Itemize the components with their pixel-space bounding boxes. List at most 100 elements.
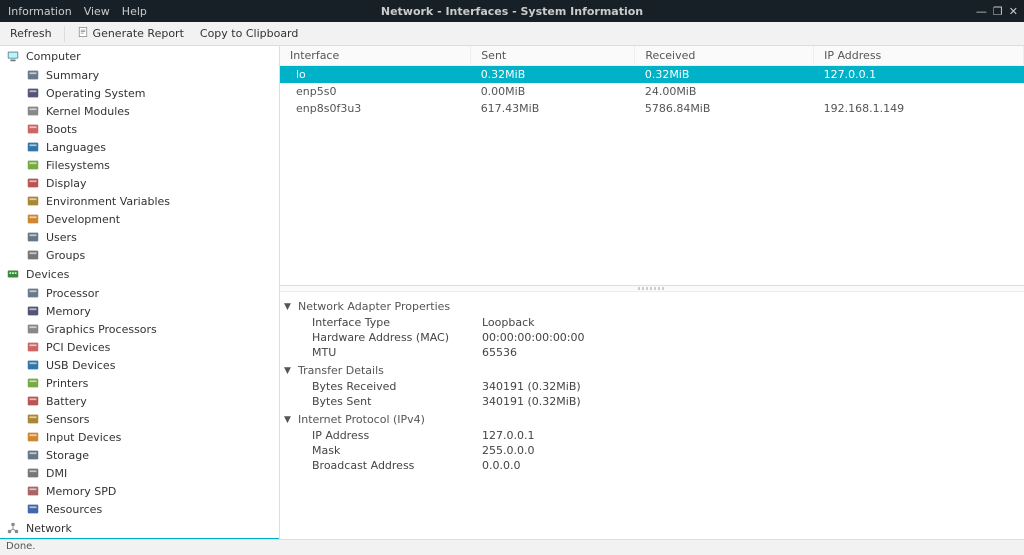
refresh-button[interactable]: Refresh bbox=[6, 25, 56, 42]
usb-devices-icon bbox=[26, 358, 40, 372]
operating-system-icon bbox=[26, 86, 40, 100]
sidebar[interactable]: Computer Summary Operating System Kernel M… bbox=[0, 46, 280, 539]
detail-value: 340191 (0.32MiB) bbox=[482, 395, 581, 408]
table-row[interactable]: enp8s0f3u3617.43MiB5786.84MiB192.168.1.1… bbox=[280, 100, 1024, 117]
section-ipv4-header[interactable]: ▼ Internet Protocol (IPv4) bbox=[284, 411, 1020, 428]
sidebar-item-label: Kernel Modules bbox=[46, 105, 130, 118]
col-interface[interactable]: Interface bbox=[280, 46, 471, 66]
titlebar-menu: Information View Help bbox=[0, 5, 147, 18]
menu-information[interactable]: Information bbox=[8, 5, 72, 18]
detail-area: ▼ Network Adapter Properties Interface T… bbox=[280, 292, 1024, 539]
sidebar-item-processor[interactable]: Processor bbox=[0, 284, 279, 302]
sidebar-item-label: Memory SPD bbox=[46, 485, 116, 498]
sidebar-item-dmi[interactable]: DMI bbox=[0, 464, 279, 482]
sidebar-item-summary[interactable]: Summary bbox=[0, 66, 279, 84]
cell-received: 0.32MiB bbox=[635, 66, 814, 84]
cell-received: 5786.84MiB bbox=[635, 100, 814, 117]
toolbar: Refresh Generate Report Copy to Clipboar… bbox=[0, 22, 1024, 46]
sidebar-item-label: Sensors bbox=[46, 413, 89, 426]
section-transfer-details-title: Transfer Details bbox=[298, 364, 384, 377]
summary-icon bbox=[26, 68, 40, 82]
sidebar-item-printers[interactable]: Printers bbox=[0, 374, 279, 392]
sidebar-item-operating-system[interactable]: Operating System bbox=[0, 84, 279, 102]
sidebar-cat-devices[interactable]: Devices bbox=[0, 264, 279, 284]
detail-row: Bytes Received340191 (0.32MiB) bbox=[284, 379, 1020, 394]
detail-row: Hardware Address (MAC)00:00:00:00:00:00 bbox=[284, 330, 1020, 345]
table-row[interactable]: enp5s00.00MiB24.00MiB bbox=[280, 83, 1024, 100]
sidebar-item-kernel-modules[interactable]: Kernel Modules bbox=[0, 102, 279, 120]
input-devices-icon bbox=[26, 430, 40, 444]
sidebar-item-label: Input Devices bbox=[46, 431, 121, 444]
minimize-button[interactable]: — bbox=[976, 5, 987, 18]
detail-row: Bytes Sent340191 (0.32MiB) bbox=[284, 394, 1020, 409]
generate-report-label: Generate Report bbox=[93, 27, 184, 40]
section-transfer-details-header[interactable]: ▼ Transfer Details bbox=[284, 362, 1020, 379]
col-received[interactable]: Received bbox=[635, 46, 814, 66]
section-adapter-properties-header[interactable]: ▼ Network Adapter Properties bbox=[284, 298, 1020, 315]
cell-sent: 0.00MiB bbox=[471, 83, 635, 100]
sidebar-cat-network[interactable]: Network bbox=[0, 518, 279, 538]
display-icon bbox=[26, 176, 40, 190]
users-icon bbox=[26, 230, 40, 244]
maximize-button[interactable]: ❐ bbox=[993, 5, 1003, 18]
disclosure-triangle-icon: ▼ bbox=[284, 366, 294, 376]
memory-icon bbox=[26, 304, 40, 318]
col-sent[interactable]: Sent bbox=[471, 46, 635, 66]
sidebar-item-languages[interactable]: Languages bbox=[0, 138, 279, 156]
sidebar-item-storage[interactable]: Storage bbox=[0, 446, 279, 464]
sidebar-item-display[interactable]: Display bbox=[0, 174, 279, 192]
detail-value: 340191 (0.32MiB) bbox=[482, 380, 581, 393]
col-ip[interactable]: IP Address bbox=[814, 46, 1024, 66]
detail-value: 00:00:00:00:00:00 bbox=[482, 331, 585, 344]
sidebar-item-label: Filesystems bbox=[46, 159, 110, 172]
devices-icon bbox=[6, 267, 20, 281]
sidebar-cat-devices-label: Devices bbox=[26, 268, 69, 281]
sidebar-item-boots[interactable]: Boots bbox=[0, 120, 279, 138]
sidebar-item-development[interactable]: Development bbox=[0, 210, 279, 228]
development-icon bbox=[26, 212, 40, 226]
detail-key: Interface Type bbox=[312, 316, 482, 329]
detail-row: Interface TypeLoopback bbox=[284, 315, 1020, 330]
sidebar-item-memory-spd[interactable]: Memory SPD bbox=[0, 482, 279, 500]
sidebar-item-filesystems[interactable]: Filesystems bbox=[0, 156, 279, 174]
menu-help[interactable]: Help bbox=[122, 5, 147, 18]
generate-report-button[interactable]: Generate Report bbox=[73, 24, 188, 43]
cell-interface: enp5s0 bbox=[296, 85, 336, 98]
detail-key: Broadcast Address bbox=[312, 459, 482, 472]
sidebar-item-memory[interactable]: Memory bbox=[0, 302, 279, 320]
sidebar-item-environment-variables[interactable]: Environment Variables bbox=[0, 192, 279, 210]
kernel-modules-icon bbox=[26, 104, 40, 118]
sidebar-item-sensors[interactable]: Sensors bbox=[0, 410, 279, 428]
cell-ip: 127.0.0.1 bbox=[814, 66, 1024, 84]
sidebar-item-interfaces[interactable]: Interfaces bbox=[0, 538, 279, 539]
copy-clipboard-button[interactable]: Copy to Clipboard bbox=[196, 25, 302, 42]
sidebar-item-graphics-processors[interactable]: Graphics Processors bbox=[0, 320, 279, 338]
sidebar-item-label: Operating System bbox=[46, 87, 146, 100]
detail-value: Loopback bbox=[482, 316, 535, 329]
content-area: Interface Sent Received IP Address lo0.3… bbox=[280, 46, 1024, 539]
detail-row: Mask255.0.0.0 bbox=[284, 443, 1020, 458]
memory-spd-icon bbox=[26, 484, 40, 498]
section-ipv4: ▼ Internet Protocol (IPv4) IP Address127… bbox=[284, 411, 1020, 473]
table-row[interactable]: lo0.32MiB0.32MiB127.0.0.1 bbox=[280, 66, 1024, 84]
detail-key: Bytes Sent bbox=[312, 395, 482, 408]
sidebar-item-label: Environment Variables bbox=[46, 195, 170, 208]
sidebar-item-resources[interactable]: Resources bbox=[0, 500, 279, 518]
graphics-processors-icon bbox=[26, 322, 40, 336]
storage-icon bbox=[26, 448, 40, 462]
close-button[interactable]: ✕ bbox=[1009, 5, 1018, 18]
sidebar-cat-computer-label: Computer bbox=[26, 50, 81, 63]
sidebar-item-users[interactable]: Users bbox=[0, 228, 279, 246]
sidebar-item-input-devices[interactable]: Input Devices bbox=[0, 428, 279, 446]
window-controls: — ❐ ✕ bbox=[976, 5, 1018, 18]
sidebar-cat-computer[interactable]: Computer bbox=[0, 46, 279, 66]
environment-variables-icon bbox=[26, 194, 40, 208]
sidebar-item-groups[interactable]: Groups bbox=[0, 246, 279, 264]
sidebar-item-usb-devices[interactable]: USB Devices bbox=[0, 356, 279, 374]
detail-key: IP Address bbox=[312, 429, 482, 442]
sidebar-item-pci-devices[interactable]: PCI Devices bbox=[0, 338, 279, 356]
statusbar-text: Done. bbox=[6, 541, 36, 552]
sidebar-item-label: Processor bbox=[46, 287, 99, 300]
sidebar-item-battery[interactable]: Battery bbox=[0, 392, 279, 410]
menu-view[interactable]: View bbox=[84, 5, 110, 18]
